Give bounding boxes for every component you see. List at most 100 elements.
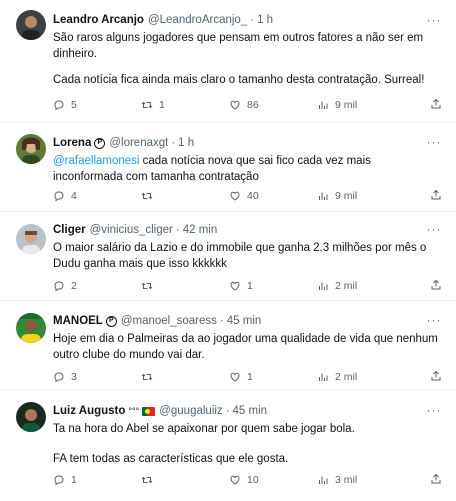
- author-handle[interactable]: @manoel_soaress: [121, 313, 217, 329]
- retweet-button[interactable]: [141, 369, 159, 385]
- tweet-line: Dudu ganha mais que isso kkkkkk: [53, 258, 227, 270]
- tweet-header: Lorena P @lorenaxgt · 1 h: [53, 135, 442, 151]
- like-count: 40: [247, 190, 259, 202]
- reply-button[interactable]: 4: [53, 188, 77, 204]
- views-button[interactable]: 9 mil: [317, 97, 357, 113]
- retweet-icon: [141, 282, 153, 290]
- tweet-header: Luiz Augusto °°° @guugaluiiz · 45 min: [53, 403, 442, 419]
- tweet-line: Hoje em dia o Palmeiras da ao jogador um…: [53, 333, 438, 345]
- author-name[interactable]: Lorena: [53, 135, 91, 151]
- views-button[interactable]: 2 mil: [317, 278, 357, 294]
- timestamp[interactable]: 45 min: [227, 313, 262, 329]
- author-handle[interactable]: @guugaluiiz: [159, 403, 222, 419]
- views-button[interactable]: 3 mil: [317, 472, 357, 488]
- views-button[interactable]: 2 mil: [317, 369, 357, 385]
- author-name[interactable]: Luiz Augusto: [53, 403, 125, 419]
- author-name[interactable]: Cliger: [53, 222, 86, 238]
- more-icon[interactable]: ···: [426, 314, 442, 326]
- reply-count: 5: [71, 99, 77, 111]
- like-icon: [230, 100, 240, 110]
- reply-button[interactable]: 2: [53, 278, 77, 294]
- like-count: 86: [247, 99, 259, 111]
- like-button[interactable]: 86: [229, 97, 259, 113]
- tweet-text: São raros alguns jogadores que pensam em…: [53, 30, 442, 88]
- tweet[interactable]: MANOEL P @manoel_soaress · 45 min Hoje e…: [0, 301, 456, 390]
- reply-icon: [54, 281, 64, 292]
- share-button[interactable]: [430, 98, 442, 113]
- avatar[interactable]: [16, 224, 46, 254]
- more-icon[interactable]: ···: [426, 136, 442, 148]
- reply-count: 4: [71, 190, 77, 202]
- author-name[interactable]: MANOEL: [53, 313, 103, 329]
- like-button[interactable]: 1: [229, 278, 253, 294]
- reply-icon: [54, 475, 64, 486]
- tweet-actions: 4 40 9 mil: [53, 188, 442, 204]
- views-button[interactable]: 9 mil: [317, 188, 357, 204]
- reply-icon: [54, 191, 64, 202]
- author-handle[interactable]: @LeandroArcanjo_: [148, 12, 247, 28]
- timestamp[interactable]: 1 h: [178, 135, 194, 151]
- retweet-count: 1: [159, 99, 165, 111]
- tweet[interactable]: Cliger @vinicius_cliger · 42 min O maior…: [0, 212, 456, 301]
- retweet-button[interactable]: [141, 472, 159, 488]
- reply-count: 3: [71, 371, 77, 383]
- tweet-actions: 5 1 86 9 mil: [53, 97, 442, 113]
- retweet-button[interactable]: 1: [141, 97, 165, 113]
- views-icon: [319, 476, 328, 484]
- reply-feed: Leandro Arcanjo @LeandroArcanjo_ · 1 h S…: [0, 0, 456, 501]
- share-button[interactable]: [430, 279, 442, 294]
- author-name[interactable]: Leandro Arcanjo: [53, 12, 144, 28]
- avatar[interactable]: [16, 134, 46, 164]
- like-icon: [230, 372, 240, 382]
- author-handle[interactable]: @vinicius_cliger: [90, 222, 173, 238]
- avatar[interactable]: [16, 10, 46, 40]
- timestamp[interactable]: 45 min: [233, 403, 268, 419]
- tweet-line: dinheiro.: [53, 48, 98, 60]
- like-button[interactable]: 10: [229, 472, 259, 488]
- tweet-actions: 3 1 2 mil: [53, 369, 442, 385]
- tweet[interactable]: Lorena P @lorenaxgt · 1 h @rafaellamones…: [0, 123, 456, 212]
- like-icon: [230, 191, 240, 201]
- share-button[interactable]: [430, 370, 442, 385]
- more-icon[interactable]: ···: [426, 14, 442, 26]
- retweet-button[interactable]: [141, 278, 159, 294]
- tweet-line-text: cada notícia nova que sai fico cada vez …: [139, 155, 371, 167]
- views-count: 9 mil: [335, 99, 358, 111]
- tweet-text: Ta na hora do Abel se apaixonar por quem…: [53, 421, 442, 467]
- tweet-text: O maior salário da Lazio e do immobile q…: [53, 240, 442, 272]
- reply-button[interactable]: 5: [53, 97, 77, 113]
- share-icon: [431, 473, 441, 484]
- views-count: 2 mil: [335, 280, 358, 292]
- separator-dot: ·: [171, 137, 176, 149]
- tweet[interactable]: Leandro Arcanjo @LeandroArcanjo_ · 1 h S…: [0, 0, 456, 123]
- reply-button[interactable]: 1: [53, 472, 77, 488]
- reply-button[interactable]: 3: [53, 369, 77, 385]
- more-icon[interactable]: ···: [426, 404, 442, 416]
- timestamp[interactable]: 42 min: [183, 222, 218, 238]
- retweet-button[interactable]: [141, 188, 159, 204]
- tweet-line: Cada notícia fica ainda mais claro o tam…: [53, 74, 425, 86]
- retweet-icon: [141, 476, 153, 484]
- views-icon: [319, 101, 328, 109]
- like-icon: [230, 475, 240, 485]
- like-button[interactable]: 1: [229, 369, 253, 385]
- avatar[interactable]: [16, 313, 46, 343]
- separator-dot: ·: [175, 224, 180, 236]
- mention-link[interactable]: @rafaellamonesi: [53, 155, 139, 167]
- timestamp[interactable]: 1 h: [257, 12, 273, 28]
- like-icon: [230, 281, 240, 291]
- tweet-header: Cliger @vinicius_cliger · 42 min: [53, 222, 442, 238]
- share-button[interactable]: [430, 189, 442, 204]
- author-handle[interactable]: @lorenaxgt: [109, 135, 168, 151]
- like-button[interactable]: 40: [229, 188, 259, 204]
- views-count: 2 mil: [335, 371, 358, 383]
- reply-count: 1: [71, 474, 77, 486]
- share-icon: [431, 370, 441, 381]
- avatar[interactable]: [16, 402, 46, 432]
- share-button[interactable]: [430, 473, 442, 488]
- tweet-line: FA tem todas as características que ele …: [53, 453, 289, 465]
- badge-icon: P: [94, 137, 106, 149]
- more-icon[interactable]: ···: [426, 223, 442, 235]
- tweet[interactable]: Luiz Augusto °°° @guugaluiiz · 45 min Ta…: [0, 390, 456, 501]
- share-icon: [431, 279, 441, 290]
